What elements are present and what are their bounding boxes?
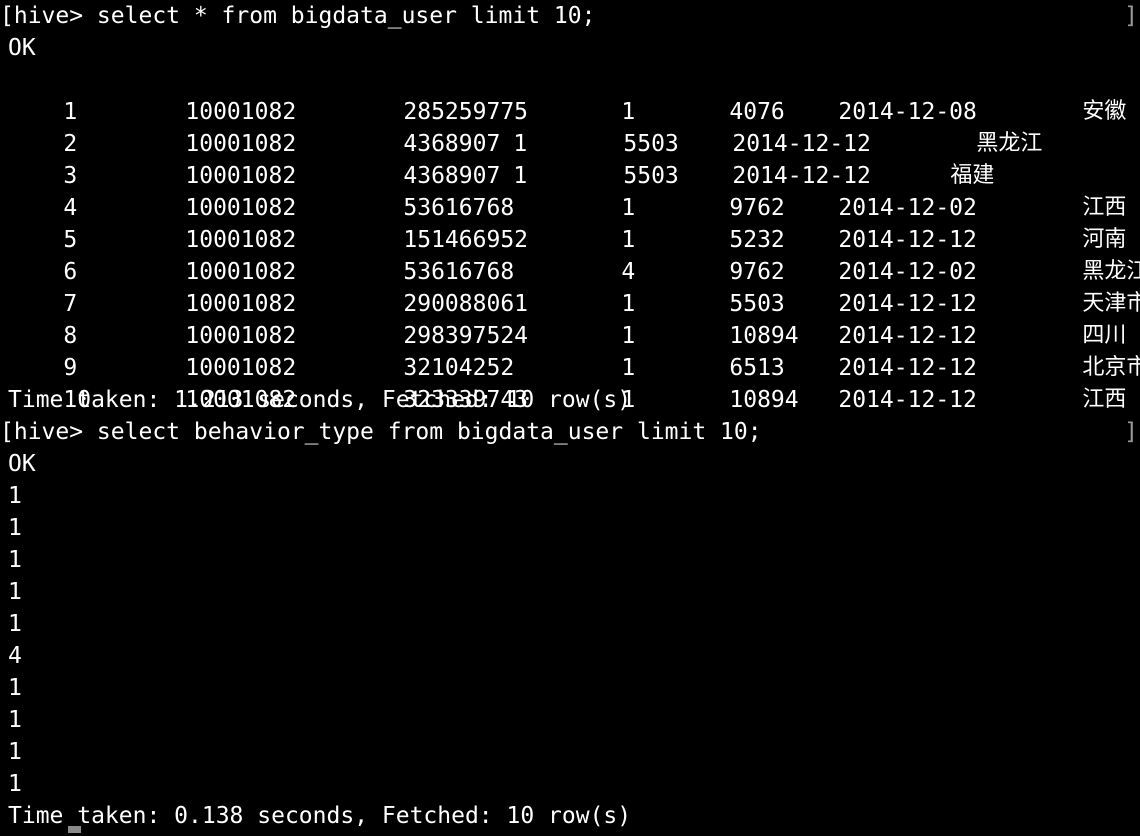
time-taken-footer-1: Time taken: 1.213 seconds, Fetched: 10 r… — [8, 387, 632, 413]
line-end-marker-1: ] — [1124, 3, 1138, 29]
behavior-type-value: 1 — [8, 771, 22, 797]
behavior-type-value: 4 — [8, 643, 22, 669]
behavior-type-value: 1 — [8, 707, 22, 733]
text-cursor — [68, 826, 81, 833]
status-ok-1: OK — [8, 35, 36, 61]
table-row: 8 10001082 298397524 1 10894 2014-12-12 四川 — [0, 288, 1140, 349]
behavior-type-value: 1 — [8, 675, 22, 701]
command-text-2: [hive> select behavior_type from bigdata… — [0, 419, 762, 445]
status-ok-2: OK — [8, 451, 36, 477]
command-line-1: [hive> select * from bigdata_user limit … — [0, 0, 1140, 32]
command-text-1: [hive> select * from bigdata_user limit … — [0, 3, 596, 29]
time-taken-footer-2: Time taken: 0.138 seconds, Fetched: 10 r… — [8, 803, 632, 829]
behavior-type-value: 1 — [8, 739, 22, 765]
command-line-2: [hive> select behavior_type from bigdata… — [0, 416, 1140, 448]
behavior-type-value: 1 — [8, 611, 22, 637]
line-end-marker-2: ] — [1124, 419, 1138, 445]
behavior-type-value: 1 — [8, 515, 22, 541]
table-row: 3 10001082 4368907 1 5503 2014-12-12 福建 — [0, 128, 1140, 189]
behavior-type-value: 1 — [8, 579, 22, 605]
behavior-type-value: 1 — [8, 483, 22, 509]
table-row: 7 10001082 290088061 1 5503 2014-12-12 天津市 — [0, 256, 1140, 317]
table-row: 5 10001082 151466952 1 5232 2014-12-12 河南 — [0, 192, 1140, 253]
table-row: 4 10001082 53616768 1 9762 2014-12-02 江西 — [0, 160, 1140, 221]
table-row: 2 10001082 4368907 1 5503 2014-12-12 黑龙江 — [0, 96, 1140, 157]
behavior-type-value: 1 — [8, 547, 22, 573]
table-row: 1 10001082 285259775 1 4076 2014-12-08 安徽 — [0, 64, 1140, 125]
table-row: 10 10001082 323339743 1 10894 2014-12-12 江西 — [0, 352, 1140, 413]
table-row: 9 10001082 32104252 1 6513 2014-12-12 北京市 — [0, 320, 1140, 381]
table-row: 6 10001082 53616768 4 9762 2014-12-02 黑龙江 — [0, 224, 1140, 285]
terminal-window[interactable]: [hive> select * from bigdata_user limit … — [0, 0, 1140, 836]
